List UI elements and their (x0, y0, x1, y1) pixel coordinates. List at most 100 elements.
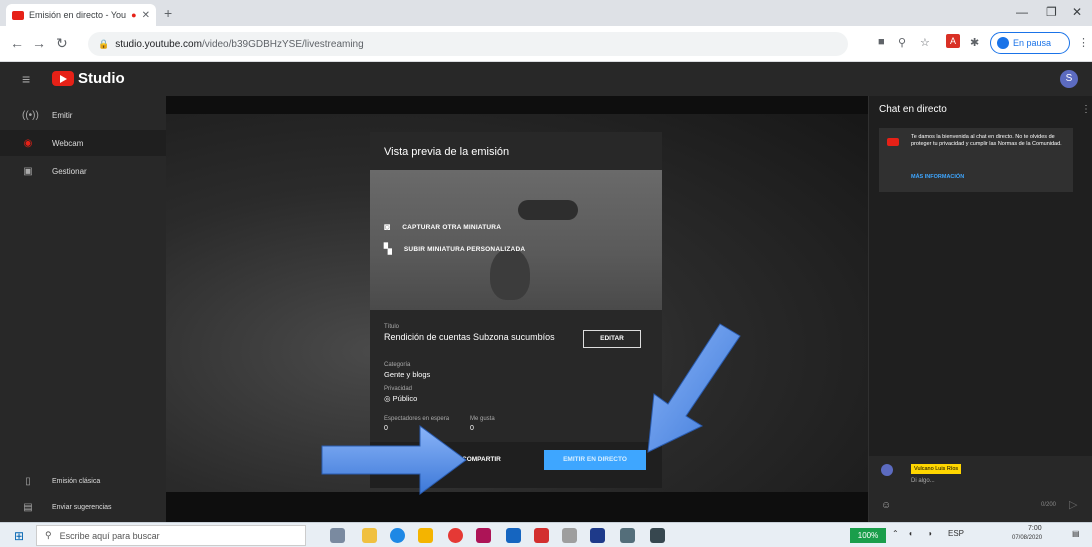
task-view-icon[interactable] (330, 528, 345, 543)
search-icon[interactable]: ⚲ (898, 36, 906, 49)
likes-label: Me gusta (470, 416, 495, 422)
chat-input-area: Vulcano Luis Ríos Di algo... ☺ 0/200 ▷ (869, 456, 1092, 522)
app-icon-blue[interactable] (506, 528, 521, 543)
privacy-label: Privacidad (384, 386, 413, 392)
nav-item-label: Webcam (52, 138, 84, 148)
chat-title: Chat en directo (879, 104, 947, 115)
lock-icon: 🔒 (98, 38, 110, 49)
more-options-icon[interactable]: ⋮ (1081, 104, 1091, 115)
profile-avatar (997, 37, 1009, 49)
top-band (166, 96, 868, 114)
studio-logo[interactable]: Studio (52, 70, 125, 87)
webcam-icon: ◉ (23, 137, 33, 149)
emoji-icon[interactable]: ☺ (881, 500, 891, 511)
nav-item-webcam[interactable]: ◉ Webcam (0, 130, 166, 156)
edge-icon[interactable] (390, 528, 405, 543)
close-window-icon[interactable]: ✕ (1072, 5, 1082, 19)
studio-header: ≡ Studio S (0, 62, 1092, 96)
send-icon[interactable]: ▷ (1069, 498, 1077, 511)
left-nav: ((•)) Emitir ◉ Webcam ▣ Gestionar ▯ Emis… (0, 96, 166, 522)
notifications-icon[interactable]: ▤ (1072, 529, 1080, 538)
privacy-text: Público (392, 394, 418, 403)
reload-icon[interactable]: ↻ (56, 35, 68, 52)
app-icon-gray[interactable] (620, 528, 635, 543)
chrome-icon[interactable] (448, 528, 463, 543)
youtube-notice-icon (887, 138, 899, 146)
tab-title: Emisión en directo - YouTu (29, 10, 127, 20)
preview-object (518, 200, 578, 220)
taskbar-search-placeholder: Escribe aquí para buscar (59, 530, 160, 541)
url-host: studio.youtube.com (115, 38, 202, 50)
app-icon-dark[interactable] (650, 528, 665, 543)
capture-thumbnail-button[interactable]: ◙ CAPTURAR OTRA MINIATURA (384, 222, 501, 233)
globe-icon: ◎ (384, 394, 393, 403)
camera-extension-icon[interactable]: ■ (878, 36, 885, 48)
new-tab-icon[interactable]: + (164, 5, 172, 21)
windows-taskbar: ⊞ ⚲ Escribe aquí para buscar 100% ⌃ ◖ ◗ … (0, 522, 1092, 547)
chat-input[interactable]: Di algo... (911, 478, 935, 484)
minimize-icon[interactable]: — (1016, 5, 1028, 19)
pdf-extension-icon[interactable]: A (946, 34, 960, 48)
maximize-icon[interactable]: ❐ (1046, 5, 1057, 19)
capture-label: CAPTURAR OTRA MINIATURA (402, 224, 502, 231)
close-tab-icon[interactable]: ✕ (142, 10, 150, 21)
nav-item-label: Emisión clásica (52, 477, 101, 485)
acrobat-icon[interactable] (534, 528, 549, 543)
edit-button[interactable]: EDITAR (583, 330, 641, 348)
thumbnail-preview: ◙ CAPTURAR OTRA MINIATURA ▚ SUBIR MINIAT… (370, 170, 662, 310)
browser-tab[interactable]: Emisión en directo - YouTu ● ✕ (6, 4, 156, 26)
stream-title: Rendición de cuentas Subzona sucumbíos (384, 332, 555, 342)
nav-item-classic[interactable]: ▯ Emisión clásica (0, 470, 166, 492)
app-icon-pink[interactable] (476, 528, 491, 543)
volume-icon[interactable]: ◗ (928, 529, 933, 538)
chat-welcome-notice: Te damos la bienvenida al chat en direct… (879, 128, 1073, 192)
recording-dot-icon: ● (131, 10, 137, 20)
back-icon[interactable]: ← (10, 35, 24, 51)
nav-item-label: Emitir (52, 110, 73, 120)
browser-menu-icon[interactable]: ⋮ (1078, 36, 1089, 49)
down-arrow-annotation (647, 323, 741, 453)
windows-start-icon[interactable]: ⊞ (14, 529, 24, 543)
classic-stream-icon: ▯ (25, 475, 31, 487)
upload-thumbnail-button[interactable]: ▚ SUBIR MINIATURA PERSONALIZADA (384, 244, 525, 255)
chat-user-name: Vulcano Luis Ríos (911, 464, 962, 474)
store-icon[interactable] (362, 528, 377, 543)
category-label: Categoría (384, 362, 411, 368)
word-icon[interactable] (590, 528, 605, 543)
forward-icon[interactable]: → (32, 35, 46, 51)
upload-label: SUBIR MINIATURA PERSONALIZADA (403, 246, 526, 253)
account-avatar[interactable]: S (1060, 70, 1078, 88)
right-arrow-annotation (321, 425, 467, 495)
notice-text: Te damos la bienvenida al chat en direct… (911, 134, 1062, 147)
language-indicator[interactable]: ESP (948, 529, 964, 538)
likes-value: 0 (470, 425, 474, 432)
main-stream-area: Vista previa de la emisión ◙ CAPTURAR OT… (166, 96, 868, 522)
file-explorer-icon[interactable] (418, 528, 433, 543)
profile-label: En pausa (1013, 38, 1052, 48)
photos-icon[interactable] (562, 528, 577, 543)
image-upload-icon: ▚ (384, 244, 392, 255)
go-live-button[interactable]: EMITIR EN DIRECTO (544, 450, 646, 470)
preview-person (490, 248, 530, 300)
menu-icon[interactable]: ≡ (22, 71, 30, 87)
bookmark-star-icon[interactable]: ☆ (920, 36, 930, 49)
address-bar-row: ← → ↻ 🔒 studio.youtube.com/video/b39GDBH… (0, 26, 1092, 62)
profile-button[interactable]: En pausa (990, 32, 1070, 54)
char-count: 0/200 (1041, 502, 1057, 508)
nav-item-gestionar[interactable]: ▣ Gestionar (0, 158, 166, 184)
category-value: Gente y blogs (384, 370, 431, 379)
taskbar-search[interactable]: ⚲ Escribe aquí para buscar (36, 525, 306, 546)
viewers-label: Espectadores en espera (384, 416, 450, 422)
battery-indicator[interactable]: 100% (850, 528, 886, 543)
clock-date[interactable]: 07/08/2020 (1012, 535, 1042, 541)
network-icon[interactable]: ◖ (908, 529, 913, 538)
tray-chevron-icon[interactable]: ⌃ (892, 529, 899, 538)
app-name: Studio (78, 70, 125, 87)
learn-more-link[interactable]: MÁS INFORMACIÓN (911, 174, 964, 180)
clock-time[interactable]: 7:00 (1028, 525, 1042, 532)
camera-icon: ◙ (384, 222, 391, 233)
url-field[interactable]: 🔒 studio.youtube.com/video/b39GDBHzYSE/l… (88, 32, 848, 56)
nav-item-feedback[interactable]: ▤ Enviar sugerencias (0, 496, 166, 518)
extensions-icon[interactable]: ✱ (970, 36, 979, 49)
nav-item-emitir[interactable]: ((•)) Emitir (0, 102, 166, 128)
